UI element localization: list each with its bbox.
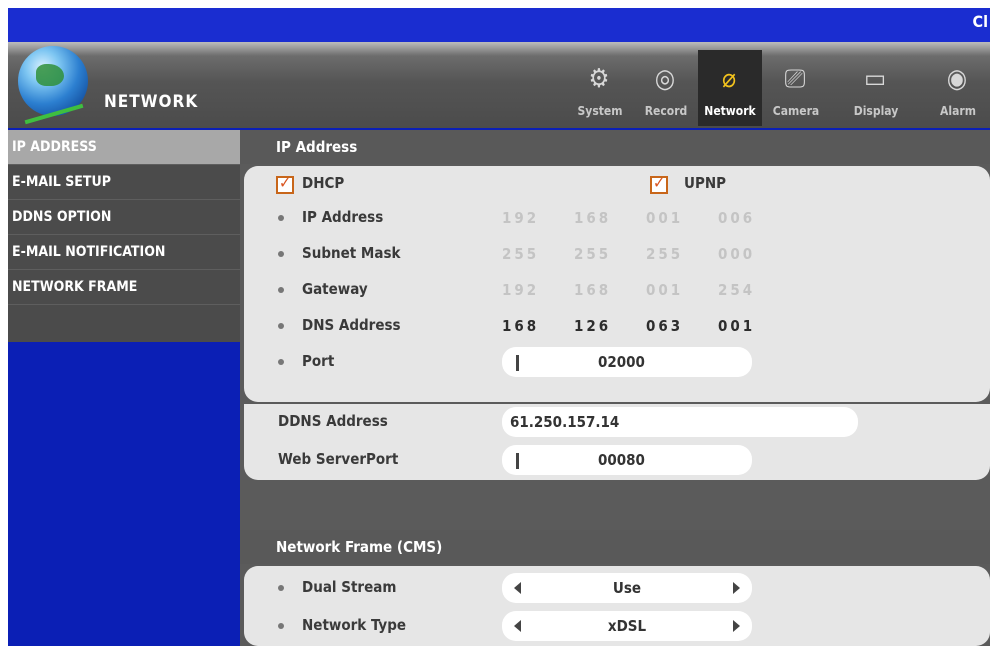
sidebar-item-ip-address[interactable]: IP ADDRESS (8, 130, 240, 165)
network-type-value: xDSL (607, 617, 647, 635)
header-bar: NETWORK ⚙ System ◎ Record ⌀ Network ⎚ Ca… (8, 42, 990, 128)
gateway-octet-2[interactable]: 168 (574, 281, 611, 299)
ip-octet-1[interactable]: 192 (502, 209, 539, 227)
ip-octet-2[interactable]: 168 (574, 209, 611, 227)
bullet-icon (278, 359, 284, 365)
ddns-address-value: 61.250.157.14 (510, 413, 620, 431)
port-input[interactable]: 02000 (502, 347, 752, 377)
menu-network-label: Network (704, 104, 756, 118)
alarm-icon: ◉ (946, 64, 968, 94)
settings-panel: IP Address DHCP UPNP IP Address 192 168 … (240, 130, 990, 646)
port-row: Port 02000 (240, 344, 990, 380)
ip-address-label: IP Address (302, 208, 384, 226)
web-server-port-input[interactable]: 00080 (502, 445, 752, 475)
menu-camera-label: Camera (772, 104, 820, 118)
gateway-row: Gateway 192 168 001 254 (240, 272, 990, 308)
dual-stream-label: Dual Stream (302, 578, 397, 596)
subnet-octet-3[interactable]: 255 (646, 245, 683, 263)
menu-display[interactable]: ▭ Display (844, 50, 908, 126)
ip-section-title: IP Address (276, 138, 358, 156)
ddns-address-input[interactable]: 61.250.157.14 (502, 407, 858, 437)
bullet-icon (278, 287, 284, 293)
dual-stream-selector[interactable]: Use (502, 573, 752, 603)
network-type-label: Network Type (302, 616, 407, 634)
subnet-octet-4[interactable]: 000 (718, 245, 755, 263)
display-icon: ▭ (863, 64, 887, 94)
dvr-screen: Cl NETWORK ⚙ System ◎ Record ⌀ Network ⎚… (8, 8, 990, 646)
gateway-label: Gateway (302, 280, 368, 298)
menu-network[interactable]: ⌀ Network (698, 50, 762, 126)
section-title: NETWORK (104, 92, 199, 112)
network-frame-header: Network Frame (CMS) (240, 530, 990, 564)
menu-record-label: Record (644, 104, 688, 118)
title-bar: Cl (8, 8, 990, 42)
ip-octet-4[interactable]: 006 (718, 209, 755, 227)
web-server-port-value: 00080 (598, 451, 645, 469)
port-value: 02000 (598, 353, 645, 371)
dns-octet-4[interactable]: 001 (718, 317, 755, 335)
network-frame-title: Network Frame (CMS) (276, 538, 443, 556)
text-cursor (516, 453, 519, 469)
arrow-right-icon[interactable] (733, 582, 740, 594)
dhcp-checkbox[interactable] (276, 173, 294, 194)
dual-stream-value: Use (612, 579, 642, 597)
dns-octet-3[interactable]: 063 (646, 317, 683, 335)
dns-octet-1[interactable]: 168 (502, 317, 539, 335)
menu-system-label: System (577, 104, 623, 118)
sidebar-item-email-setup[interactable]: E-MAIL SETUP (8, 165, 240, 200)
ddns-address-label: DDNS Address (278, 412, 388, 430)
network-type-selector[interactable]: xDSL (502, 611, 752, 641)
text-cursor (516, 355, 519, 371)
ip-address-row: IP Address 192 168 001 006 (240, 200, 990, 236)
dns-octet-2[interactable]: 126 (574, 317, 611, 335)
gateway-octet-1[interactable]: 192 (502, 281, 539, 299)
system-icon: ⚙ (588, 64, 610, 94)
web-server-port-row: Web ServerPort 00080 (240, 442, 990, 478)
bullet-icon (278, 251, 284, 257)
bullet-icon (278, 623, 284, 629)
subnet-mask-row: Subnet Mask 255 255 255 000 (240, 236, 990, 272)
ip-section-header: IP Address (240, 130, 990, 164)
arrow-right-icon[interactable] (733, 620, 740, 632)
subnet-octet-2[interactable]: 255 (574, 245, 611, 263)
globe-network-icon (18, 46, 88, 125)
bullet-icon (278, 585, 284, 591)
network-icon: ⌀ (721, 64, 737, 94)
camera-icon: ⎚ (784, 64, 806, 94)
dns-address-label: DNS Address (302, 316, 401, 334)
upnp-checkbox[interactable] (650, 173, 668, 194)
gateway-octet-4[interactable]: 254 (718, 281, 755, 299)
sidebar-item-ddns-option[interactable]: DDNS OPTION (8, 200, 240, 235)
menu-alarm-label: Alarm (940, 104, 976, 118)
ip-octet-3[interactable]: 001 (646, 209, 683, 227)
gateway-octet-3[interactable]: 001 (646, 281, 683, 299)
dns-address-row: DNS Address 168 126 063 001 (240, 308, 990, 344)
sidebar-item-email-notification[interactable]: E-MAIL NOTIFICATION (8, 235, 240, 270)
web-server-port-label: Web ServerPort (278, 450, 399, 468)
top-menu: ⚙ System ◎ Record ⌀ Network ⎚ Camera ▭ D… (568, 50, 990, 126)
dhcp-upnp-row: DHCP UPNP (240, 166, 990, 202)
network-type-row: Network Type xDSL (240, 608, 990, 644)
menu-camera[interactable]: ⎚ Camera (764, 50, 828, 126)
port-label: Port (302, 352, 335, 370)
bullet-icon (278, 323, 284, 329)
record-icon: ◎ (654, 64, 676, 94)
menu-system[interactable]: ⚙ System (568, 50, 632, 126)
menu-record[interactable]: ◎ Record (634, 50, 698, 126)
sidebar-item-network-frame[interactable]: NETWORK FRAME (8, 270, 240, 305)
sidebar: IP ADDRESS E-MAIL SETUP DDNS OPTION E-MA… (8, 130, 240, 342)
menu-display-label: Display (853, 104, 899, 118)
upnp-label: UPNP (684, 174, 727, 192)
window-title: Cl (972, 12, 989, 31)
bullet-icon (278, 215, 284, 221)
menu-alarm[interactable]: ◉ Alarm (926, 50, 990, 126)
subnet-octet-1[interactable]: 255 (502, 245, 539, 263)
ddns-address-row: DDNS Address 61.250.157.14 (240, 404, 990, 440)
dhcp-label: DHCP (302, 174, 345, 192)
dual-stream-row: Dual Stream Use (240, 570, 990, 606)
subnet-mask-label: Subnet Mask (302, 244, 401, 262)
